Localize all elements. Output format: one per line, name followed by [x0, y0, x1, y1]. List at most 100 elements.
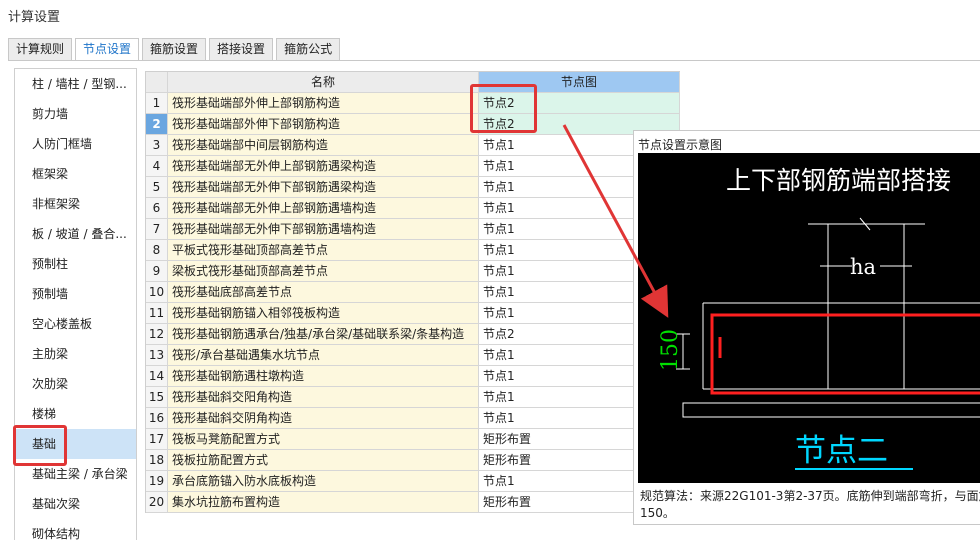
row-name: 筏形基础钢筋锚入相邻筏板构造 — [168, 303, 479, 324]
row-index: 19 — [146, 471, 168, 492]
highlight-box-foundation — [13, 425, 67, 466]
preview-note-line2: 150。 — [640, 506, 675, 520]
row-name: 筏形基础斜交阴角构造 — [168, 408, 479, 429]
component-type-list: 柱 / 墙柱 / 型钢... 剪力墙 人防门框墙 框架梁 非框架梁 板 / 坡道… — [14, 68, 137, 540]
row-index: 4 — [146, 156, 168, 177]
table-row[interactable]: 7 筏形基础端部无外伸下部钢筋遇墙构造 节点1 — [146, 219, 680, 240]
row-name: 筏形基础端部无外伸上部钢筋遇墙构造 — [168, 198, 479, 219]
row-name: 平板式筏形基础顶部高差节点 — [168, 240, 479, 261]
table-row[interactable]: 19 承台底筋锚入防水底板构造 节点1 — [146, 471, 680, 492]
sidebar-item-frame-beam[interactable]: 框架梁 — [15, 159, 136, 189]
preview-note: 规范算法：来源22G101-3第2-37页。底筋伸到端部弯折，与面筋 150。 — [640, 488, 980, 522]
row-index: 1 — [146, 93, 168, 114]
row-name: 筏形基础端部中间层钢筋构造 — [168, 135, 479, 156]
sidebar-item-hollow-floor[interactable]: 空心楼盖板 — [15, 309, 136, 339]
settings-tabs: 计算规则 节点设置 箍筋设置 搭接设置 箍筋公式 — [8, 38, 343, 61]
tab-stirrup-settings[interactable]: 箍筋设置 — [142, 38, 207, 60]
row-index: 5 — [146, 177, 168, 198]
tab-calc-rules[interactable]: 计算规则 — [8, 38, 73, 60]
sidebar-item-non-frame-beam[interactable]: 非框架梁 — [15, 189, 136, 219]
row-name: 筏形基础钢筋遇柱墩构造 — [168, 366, 479, 387]
row-name: 筏形基础端部无外伸下部钢筋遇梁构造 — [168, 177, 479, 198]
row-index: 16 — [146, 408, 168, 429]
table-row[interactable]: 5 筏形基础端部无外伸下部钢筋遇梁构造 节点1 — [146, 177, 680, 198]
tab-divider — [8, 60, 980, 61]
table-row[interactable]: 15 筏形基础斜交阳角构造 节点1 — [146, 387, 680, 408]
row-index: 7 — [146, 219, 168, 240]
row-index: 10 — [146, 282, 168, 303]
row-name: 筏形基础端部外伸下部钢筋构造 — [168, 114, 479, 135]
row-index: 13 — [146, 345, 168, 366]
table-row[interactable]: 16 筏形基础斜交阴角构造 节点1 — [146, 408, 680, 429]
table-row[interactable]: 17 筏板马凳筋配置方式 矩形布置 — [146, 429, 680, 450]
row-name: 集水坑拉筋布置构造 — [168, 492, 479, 513]
row-index: 15 — [146, 387, 168, 408]
node-settings-table: 名称 节点图 1 筏形基础端部外伸上部钢筋构造 节点2 2 筏形基础端部外伸下部钢筋构造… — [145, 71, 680, 513]
row-index: 12 — [146, 324, 168, 345]
row-name: 筏形/承台基础遇集水坑节点 — [168, 345, 479, 366]
table-row[interactable]: 2 筏形基础端部外伸下部钢筋构造 节点2 — [146, 114, 680, 135]
row-index: 18 — [146, 450, 168, 471]
diagram-dim-ha: ha — [850, 255, 876, 279]
row-name: 筏形基础端部无外伸下部钢筋遇墙构造 — [168, 219, 479, 240]
row-name: 筏形基础端部无外伸上部钢筋遇梁构造 — [168, 156, 479, 177]
table-row[interactable]: 14 筏形基础钢筋遇柱墩构造 节点1 — [146, 366, 680, 387]
table-body: 1 筏形基础端部外伸上部钢筋构造 节点2 2 筏形基础端部外伸下部钢筋构造 节点2 3 筏形基… — [146, 93, 680, 513]
table-row[interactable]: 10 筏形基础底部高差节点 节点1 — [146, 282, 680, 303]
row-index: 2 — [146, 114, 168, 135]
sidebar-item-column[interactable]: 柱 / 墙柱 / 型钢... — [15, 69, 136, 99]
window-title: 计算设置 — [8, 10, 61, 25]
table-row[interactable]: 8 平板式筏形基础顶部高差节点 节点1 — [146, 240, 680, 261]
table-row[interactable]: 9 梁板式筏形基础顶部高差节点 节点1 — [146, 261, 680, 282]
table-row[interactable]: 12 筏形基础钢筋遇承台/独基/承台梁/基础联系梁/条基构造 节点2 — [146, 324, 680, 345]
sidebar-item-main-rib-beam[interactable]: 主肋梁 — [15, 339, 136, 369]
row-name: 筏形基础底部高差节点 — [168, 282, 479, 303]
table-row[interactable]: 13 筏形/承台基础遇集水坑节点 节点1 — [146, 345, 680, 366]
table-row[interactable]: 6 筏形基础端部无外伸上部钢筋遇墙构造 节点1 — [146, 198, 680, 219]
tab-stirrup-formula[interactable]: 箍筋公式 — [276, 38, 341, 60]
header-name[interactable]: 名称 — [168, 72, 479, 93]
table-row[interactable]: 11 筏形基础钢筋锚入相邻筏板构造 节点1 — [146, 303, 680, 324]
sidebar-item-precast-wall[interactable]: 预制墙 — [15, 279, 136, 309]
row-name: 梁板式筏形基础顶部高差节点 — [168, 261, 479, 282]
sidebar-item-slab[interactable]: 板 / 坡道 / 叠合... — [15, 219, 136, 249]
table-row[interactable]: 3 筏形基础端部中间层钢筋构造 节点1 — [146, 135, 680, 156]
sidebar-item-precast-column[interactable]: 预制柱 — [15, 249, 136, 279]
sidebar-item-shear-wall[interactable]: 剪力墙 — [15, 99, 136, 129]
tab-node-settings[interactable]: 节点设置 — [75, 38, 140, 61]
highlight-box-node-cells — [470, 84, 537, 133]
node-diagram-svg: 上下部钢筋端部搭接 ha 150 节点二 — [658, 166, 980, 470]
diagram-heading: 上下部钢筋端部搭接 — [726, 166, 951, 195]
table-row[interactable]: 18 筏板拉筋配置方式 矩形布置 — [146, 450, 680, 471]
sidebar-item-civil-defense-door-wall[interactable]: 人防门框墙 — [15, 129, 136, 159]
row-name: 筏板拉筋配置方式 — [168, 450, 479, 471]
sidebar-item-foundation-secondary-beam[interactable]: 基础次梁 — [15, 489, 136, 519]
node-preview-panel: 节点设置示意图 上下部钢筋端部搭接 ha 150 节点二 规范算法：来源22G1… — [633, 130, 980, 525]
diagram-caption: 节点二 — [795, 433, 888, 469]
table-header-row: 名称 节点图 — [146, 72, 680, 93]
preview-note-line1: 规范算法：来源22G101-3第2-37页。底筋伸到端部弯折，与面筋 — [640, 489, 980, 503]
row-name: 筏形基础钢筋遇承台/独基/承台梁/基础联系梁/条基构造 — [168, 324, 479, 345]
row-name: 筏板马凳筋配置方式 — [168, 429, 479, 450]
diagram-geometry — [676, 217, 980, 418]
row-index: 11 — [146, 303, 168, 324]
preview-title: 节点设置示意图 — [638, 138, 723, 152]
tab-lap-settings[interactable]: 搭接设置 — [209, 38, 274, 60]
row-index: 3 — [146, 135, 168, 156]
node-diagram: 上下部钢筋端部搭接 ha 150 节点二 — [638, 153, 980, 483]
row-index: 20 — [146, 492, 168, 513]
sidebar-item-secondary-rib-beam[interactable]: 次肋梁 — [15, 369, 136, 399]
row-index: 17 — [146, 429, 168, 450]
row-name: 承台底筋锚入防水底板构造 — [168, 471, 479, 492]
table-row[interactable]: 20 集水坑拉筋布置构造 矩形布置 — [146, 492, 680, 513]
diagram-rebar — [710, 313, 980, 395]
row-index: 14 — [146, 366, 168, 387]
row-index: 6 — [146, 198, 168, 219]
header-index-cell — [146, 72, 168, 93]
table-row[interactable]: 4 筏形基础端部无外伸上部钢筋遇梁构造 节点1 — [146, 156, 680, 177]
row-index: 9 — [146, 261, 168, 282]
row-index: 8 — [146, 240, 168, 261]
row-name: 筏形基础斜交阳角构造 — [168, 387, 479, 408]
sidebar-item-masonry[interactable]: 砌体结构 — [15, 519, 136, 540]
table-row[interactable]: 1 筏形基础端部外伸上部钢筋构造 节点2 — [146, 93, 680, 114]
